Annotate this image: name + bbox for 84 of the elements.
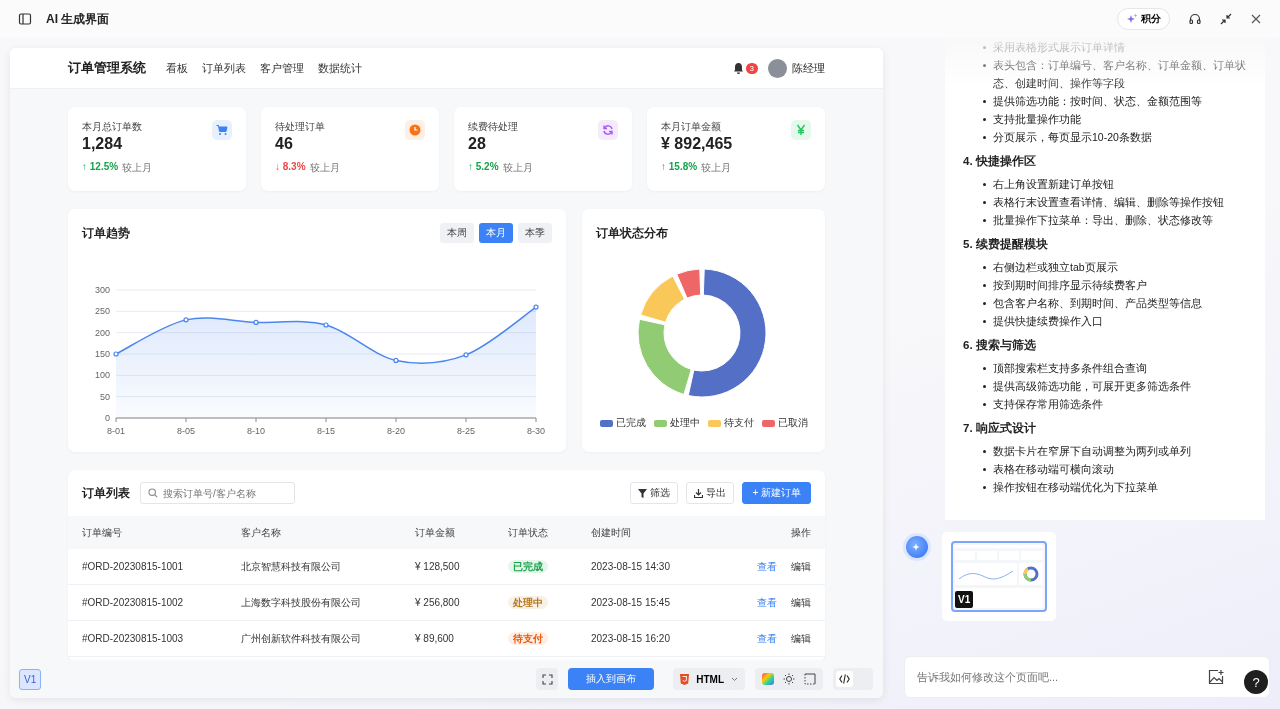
axis-tick-label: 8-20	[387, 426, 405, 436]
table-cell-text: #ORD-20230815-1002	[82, 597, 185, 608]
window-title: AI 生成界面	[46, 10, 110, 28]
table-cell-text: 上海数字科技股份有限公司	[241, 595, 362, 610]
table-cell-text: ¥ 128,500	[415, 561, 461, 572]
status-badge: 处理中	[508, 595, 548, 609]
column-header: 客户名称	[241, 525, 282, 540]
trend-change: ↑ 15.8%	[661, 161, 698, 174]
table-cell-text: 2023-08-15 14:30	[591, 561, 671, 572]
section-heading: 7. 响应式设计	[963, 421, 1037, 436]
axis-tick-label: 8-30	[527, 426, 545, 436]
table-cell-text: ¥ 256,800	[415, 597, 461, 608]
axis-tick-label: 8-05	[177, 426, 195, 436]
section-heading: 5. 续费提醒模块	[963, 237, 1049, 252]
stat-value: 28	[468, 135, 487, 153]
list-item: 右侧边栏或独立tab页展示	[993, 261, 1118, 273]
axis-tick-label: 250	[94, 306, 110, 317]
list-item: 批量操作下拉菜单：导出、删除、状态修改等	[993, 214, 1213, 226]
list-item: 提供快捷续费操作入口	[993, 315, 1103, 327]
column-header: 创建时间	[591, 525, 632, 540]
trend-caption: 较上月	[502, 161, 533, 175]
list-item: 表头包含：订单编号、客户名称、订单金额、订单状态、创建时间、操作等字段	[993, 59, 1246, 89]
axis-tick-label: 50	[100, 391, 110, 402]
chart-title: 订单趋势	[82, 225, 130, 241]
list-item: 提供筛选功能：按时间、状态、金额范围等	[993, 95, 1202, 107]
stat-value: 1,284	[82, 135, 124, 153]
table-cell-text: 广州创新软件科技有限公司	[241, 631, 362, 646]
axis-tick-label: 8-25	[457, 426, 475, 436]
trend-caption: 较上月	[122, 161, 153, 175]
column-header: 订单金额	[415, 525, 456, 540]
list-item: 右上角设置新建订单按钮	[993, 178, 1114, 190]
list-item: 表格在移动端可横向滚动	[993, 463, 1114, 475]
section-heading: 6. 搜索与筛选	[963, 338, 1037, 353]
chart-title: 订单状态分布	[596, 225, 668, 241]
user-name: 陈经理	[792, 60, 825, 76]
stat-value: ¥ 892,465	[661, 135, 734, 153]
table-cell-text: 2023-08-15 15:45	[591, 597, 671, 608]
legend-label: 处理中	[669, 416, 700, 430]
stat-label: 续费待处理	[468, 120, 518, 134]
list-item: 按到期时间排序显示待续费客户	[993, 279, 1147, 291]
table-cell-text: ¥ 89,600	[415, 633, 455, 644]
table-cell-text: #ORD-20230815-1003	[82, 633, 185, 644]
axis-tick-label: 200	[94, 327, 110, 338]
list-item: 顶部搜索栏支持多条件组合查询	[993, 362, 1147, 374]
table-title: 订单列表	[82, 485, 130, 501]
axis-tick-label: 150	[94, 349, 110, 359]
list-item: 操作按钮在移动端优化为下拉菜单	[993, 481, 1158, 493]
axis-tick-label: 300	[94, 285, 110, 295]
list-item: 包含客户名称、到期时间、产品类型等信息	[993, 297, 1202, 309]
stat-value: 46	[275, 135, 294, 153]
table-cell-text: 北京智慧科技有限公司	[241, 559, 342, 574]
trend-change: ↓ 8.3%	[275, 161, 306, 174]
trend-caption: 较上月	[309, 161, 340, 175]
list-item: 提供高级筛选功能，可展开更多筛选条件	[993, 380, 1191, 392]
trend-change: ↑ 5.2%	[468, 161, 499, 174]
column-header: 订单编号	[82, 525, 123, 540]
trend-caption: 较上月	[701, 161, 732, 175]
list-item: 表格行末设置查看详情、编辑、删除等操作按钮	[993, 196, 1224, 208]
axis-tick-label: 0	[105, 413, 110, 423]
trend-change: ↑ 12.5%	[82, 161, 119, 174]
axis-tick-label: 8-15	[317, 426, 335, 436]
legend-label: 待支付	[723, 416, 754, 430]
table-cell-text: 2023-08-15 16:20	[591, 633, 671, 644]
column-header: 订单状态	[508, 525, 549, 540]
table-cell-text: #ORD-20230815-1001	[82, 561, 185, 572]
app-brand: 订单管理系统	[68, 59, 146, 77]
list-item: 支持批量操作功能	[993, 113, 1081, 125]
notification-badge: 3	[745, 62, 758, 74]
axis-tick-label: 8-01	[107, 426, 125, 436]
legend-label: 已取消	[777, 416, 808, 430]
status-badge: 已完成	[508, 559, 548, 573]
axis-tick-label: 100	[94, 370, 110, 381]
list-item: 支持保存常用筛选条件	[993, 398, 1103, 410]
stat-label: 本月订单金额	[661, 120, 721, 134]
column-header: 操作	[790, 525, 811, 540]
stat-label: 待处理订单	[275, 120, 325, 134]
section-heading: 4. 快捷操作区	[963, 154, 1037, 169]
stat-label: 本月总订单数	[82, 120, 142, 134]
legend-label: 已完成	[615, 416, 646, 430]
list-item: 数据卡片在窄屏下自动调整为两列或单列	[993, 445, 1191, 457]
status-badge: 待支付	[508, 631, 548, 645]
list-item: 分页展示，每页显示10-20条数据	[993, 131, 1152, 143]
version-badge: V1	[955, 591, 974, 608]
axis-tick-label: 8-10	[247, 426, 265, 436]
